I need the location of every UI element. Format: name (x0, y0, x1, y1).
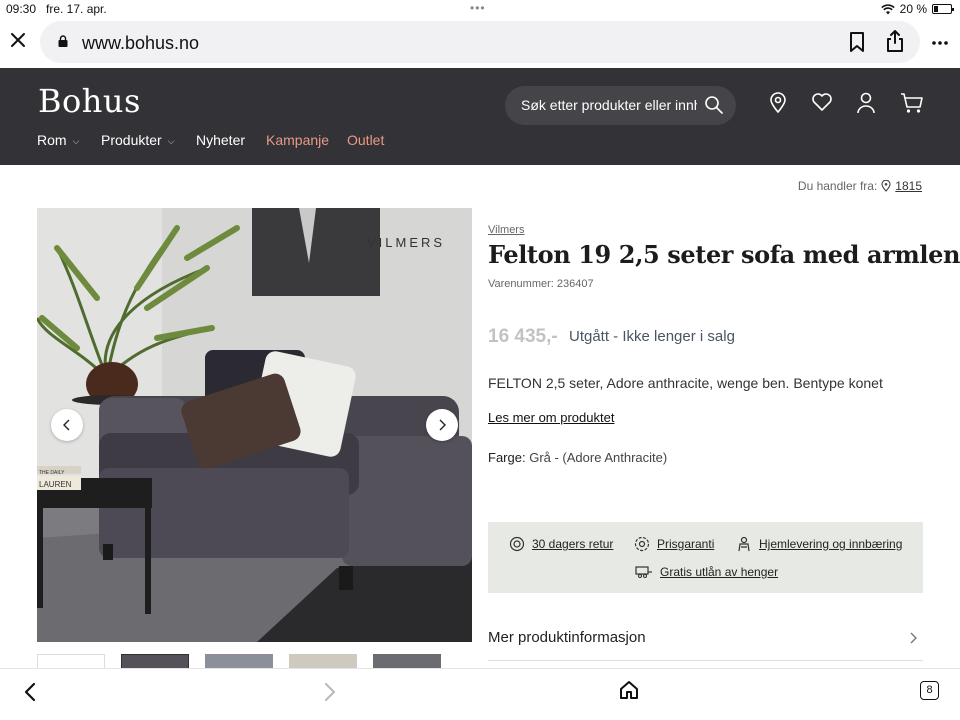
url-text: www.bohus.no (82, 33, 200, 53)
chevron-left-icon (63, 419, 70, 431)
product-photo: VILMERS THE DAILY LAUREN (37, 208, 472, 642)
location-label: Du handler fra: (797, 179, 878, 193)
search-placeholder: Søk etter produkter eller innhold (521, 97, 697, 113)
trailer-icon (635, 566, 652, 578)
usp-label: Gratis utlån av henger (660, 565, 779, 579)
location-pin-icon (881, 180, 891, 192)
close-icon[interactable] (9, 31, 29, 51)
color-label: Farge: (488, 450, 526, 465)
more-product-info-toggle[interactable]: Mer produktinformasjon (488, 629, 646, 646)
usp-home-delivery[interactable]: Hjemlevering og innbæring (736, 536, 902, 552)
nav-label: Produkter (101, 132, 162, 148)
usp-price-guarantee[interactable]: Prisgaranti (634, 536, 714, 552)
usp-label: 30 dagers retur (532, 537, 614, 551)
read-more-link[interactable]: Les mer om produktet (488, 410, 614, 425)
nav-item-produkter[interactable]: Produkter ⌵ (101, 132, 175, 148)
address-field[interactable]: www.bohus.no (40, 21, 920, 63)
delivery-person-icon (738, 536, 750, 552)
nav-item-nyheter[interactable]: Nyheter (196, 132, 245, 148)
heart-icon[interactable] (811, 92, 833, 112)
share-icon[interactable] (885, 29, 905, 53)
search-icon[interactable] (704, 95, 724, 115)
status-time: 09:30 (6, 2, 37, 16)
chevron-right-icon[interactable] (908, 630, 918, 646)
divider (488, 660, 923, 661)
wifi-icon (880, 3, 895, 14)
nav-label: Kampanje (266, 132, 330, 148)
nav-item-rom[interactable]: Rom ⌵ (37, 132, 79, 148)
cart-icon[interactable] (900, 92, 924, 114)
carousel-prev-button[interactable] (51, 409, 83, 441)
more-options-icon[interactable] (932, 29, 948, 50)
usp-label: Hjemlevering og innbæring (759, 537, 903, 551)
back-icon[interactable] (22, 681, 38, 703)
usp-box: 30 dagers retur Prisgaranti Hjemlevering… (488, 522, 923, 593)
home-icon[interactable] (619, 680, 639, 700)
usp-return[interactable]: 30 dagers retur (509, 536, 613, 552)
availability-status: Utgått - Ikke lenger i salg (569, 328, 735, 345)
product-description: FELTON 2,5 seter, Adore anthracite, weng… (488, 375, 883, 391)
nav-item-kampanje[interactable]: Kampanje (266, 132, 329, 148)
store-selector[interactable]: Du handler fra: 1815 (798, 179, 922, 193)
nav-label: Nyheter (196, 132, 246, 148)
product-price: 16 435,- (488, 326, 558, 347)
product-sku: Varenummer: 236407 (488, 278, 594, 290)
lock-icon (58, 35, 68, 47)
book-text-2: LAUREN (39, 480, 72, 489)
status-date: fre. 17. apr. (46, 2, 107, 16)
usp-trailer-rental[interactable]: Gratis utlån av henger (635, 565, 778, 579)
book-text-1: THE DAILY (39, 470, 65, 476)
brand-link[interactable]: Vilmers (488, 224, 524, 236)
chevron-right-icon (439, 419, 446, 431)
carousel-next-button[interactable] (426, 409, 458, 441)
forward-icon[interactable] (322, 681, 338, 703)
status-bar: 09:30 fre. 17. apr. ••• 20 % (0, 0, 960, 18)
store-number[interactable]: 1815 (895, 179, 922, 193)
bookmark-icon[interactable] (848, 31, 866, 53)
chevron-down-icon: ⌵ (167, 136, 175, 146)
color-info: Farge: Grå - (Adore Anthracite) (488, 450, 667, 465)
site-header: Bohus Søk etter produkter eller innhold … (0, 68, 960, 165)
status-right: 20 % (880, 2, 954, 16)
browser-url-bar: www.bohus.no (0, 18, 960, 68)
product-title: Felton 19 2,5 seter sofa med armlene (488, 240, 960, 269)
nav-item-outlet[interactable]: Outlet (347, 132, 384, 148)
vilmers-watermark: VILMERS (367, 235, 445, 250)
battery-icon (932, 4, 954, 14)
search-input[interactable]: Søk etter produkter eller innhold (505, 86, 736, 125)
price-guarantee-icon (634, 536, 650, 552)
product-image-carousel[interactable]: VILMERS THE DAILY LAUREN (37, 208, 472, 642)
battery-percent: 20 % (899, 2, 927, 16)
user-icon[interactable] (856, 92, 876, 114)
browser-toolbar: 8 (0, 668, 960, 720)
bohus-logo[interactable]: Bohus (38, 82, 141, 120)
return-badge-icon (509, 536, 525, 552)
color-value: Grå - (Adore Anthracite) (529, 450, 668, 465)
nav-label: Rom (37, 132, 67, 148)
multitasking-dots[interactable]: ••• (470, 1, 486, 15)
tabs-button[interactable]: 8 (920, 681, 939, 700)
store-location-icon[interactable] (768, 92, 788, 114)
nav-label: Outlet (347, 132, 385, 148)
chevron-down-icon: ⌵ (72, 136, 80, 146)
usp-label: Prisgaranti (657, 537, 715, 551)
